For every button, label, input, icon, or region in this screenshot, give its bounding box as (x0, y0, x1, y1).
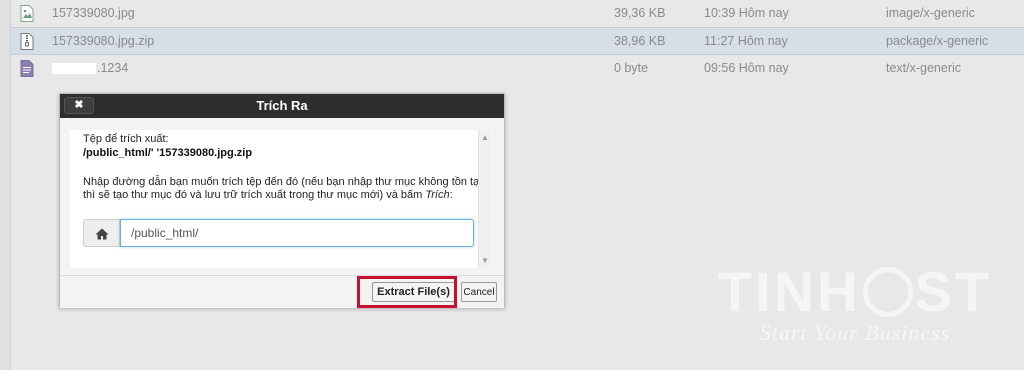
file-type: package/x-generic (886, 34, 989, 48)
file-row-zip[interactable]: 157339080.jpg.zip 38,96 KB 11:27 Hôm nay… (11, 27, 1024, 55)
instruction-main: Nhập đường dẫn bạn muốn trích tệp đến đó… (83, 176, 482, 201)
scroll-down-icon[interactable]: ▼ (481, 256, 489, 265)
file-type: text/x-generic (886, 61, 962, 75)
dialog-title: Trích Ra (256, 98, 308, 113)
dialog-content: Tệp để trích xuất: /public_html/' '15733… (70, 130, 490, 268)
file-name-text: .1234 (97, 61, 129, 75)
cloud-upload-icon (862, 267, 913, 318)
file-name: 157339080.jpg (52, 6, 135, 20)
instruction-end: : (449, 189, 453, 201)
file-name: 157339080.jpg.zip (52, 34, 155, 48)
redacted-name (52, 63, 96, 75)
file-row-text[interactable]: .1234 0 byte 09:56 Hôm nay text/x-generi… (11, 55, 1024, 82)
file-size: 0 byte (614, 61, 649, 75)
image-file-icon (20, 5, 34, 22)
scroll-up-icon[interactable]: ▲ (481, 133, 489, 142)
brand-part-a: TIN (717, 260, 818, 323)
path-input-group (83, 219, 474, 247)
brand-part-b: H (817, 260, 861, 323)
dialog-header: ✖ Trích Ra (60, 94, 504, 118)
file-date: 09:56 Hôm nay (704, 61, 789, 75)
text-file-icon (20, 60, 34, 77)
file-name: .1234 (52, 55, 128, 82)
file-date: 10:39 Hôm nay (704, 6, 789, 20)
file-to-extract-path: /public_html/' '157339080.jpg.zip (83, 147, 253, 159)
file-type: image/x-generic (886, 6, 975, 20)
file-size: 39,36 KB (614, 6, 666, 20)
destination-path-input[interactable] (120, 219, 474, 247)
file-to-extract-label: Tệp để trích xuất: (83, 133, 169, 145)
left-panel-border (0, 0, 11, 370)
file-list: 157339080.jpg 39,36 KB 10:39 Hôm nay ima… (11, 0, 1024, 82)
zip-file-icon (20, 33, 34, 50)
dialog-body: Tệp để trích xuất: /public_html/' '15733… (60, 118, 504, 275)
watermark-tagline: Start Your Business (759, 320, 951, 345)
file-size: 38,96 KB (614, 34, 666, 48)
brand-part-c: ST (914, 260, 993, 323)
instruction-emphasis: Trích (425, 189, 450, 201)
file-date: 11:27 Hôm nay (704, 34, 788, 48)
close-button[interactable]: ✖ (64, 97, 94, 114)
home-icon (83, 219, 120, 247)
cancel-button[interactable]: Cancel (461, 282, 497, 302)
watermark-brand: TINH ST (700, 262, 1010, 322)
watermark-logo: TINH ST Start Your Business (700, 262, 1010, 346)
file-row-jpg[interactable]: 157339080.jpg 39,36 KB 10:39 Hôm nay ima… (11, 0, 1024, 27)
dialog-scrollbar[interactable]: ▲ ▼ (478, 130, 490, 268)
highlight-annotation (357, 276, 457, 308)
instruction-text: Nhập đường dẫn bạn muốn trích tệp đến đó… (83, 176, 483, 202)
